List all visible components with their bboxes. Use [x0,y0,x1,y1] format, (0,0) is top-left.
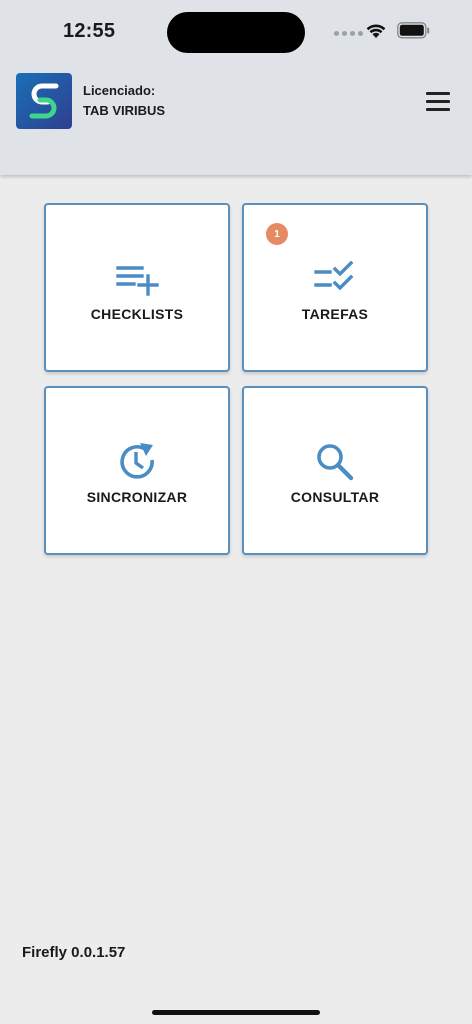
tile-checklists[interactable]: CHECKLISTS [44,203,230,372]
tile-tarefas[interactable]: 1 TAREFAS [242,203,428,372]
status-bar: 12:55 [0,0,472,60]
tile-label-tarefas: TAREFAS [301,306,369,322]
search-icon [244,442,426,482]
tile-sincronizar[interactable]: SINCRONIZAR [44,386,230,555]
dynamic-island [167,12,305,53]
home-indicator[interactable] [152,1010,320,1015]
checklist-icon [244,259,426,299]
tile-label-checklists: CHECKLISTS [90,306,184,322]
wifi-icon [366,24,386,38]
app-version: Firefly 0.0.1.57 [22,944,126,961]
hamburger-menu-icon[interactable] [424,90,454,112]
battery-icon [397,22,430,39]
notification-badge: 1 [266,223,288,245]
app-header: Licenciado: TAB VIRIBUS [0,60,472,175]
tile-label-consultar: CONSULTAR [290,489,380,505]
tile-label-sincronizar: SINCRONIZAR [86,489,188,505]
playlist-add-icon [46,259,228,299]
tile-consultar[interactable]: CONSULTAR [242,386,428,555]
app-logo-icon [16,73,72,129]
sync-clock-icon [46,442,228,482]
license-label: Licenciado: [83,83,156,98]
cellular-signal-icon [334,31,363,36]
status-time: 12:55 [63,20,116,42]
license-name: TAB VIRIBUS [83,103,166,118]
